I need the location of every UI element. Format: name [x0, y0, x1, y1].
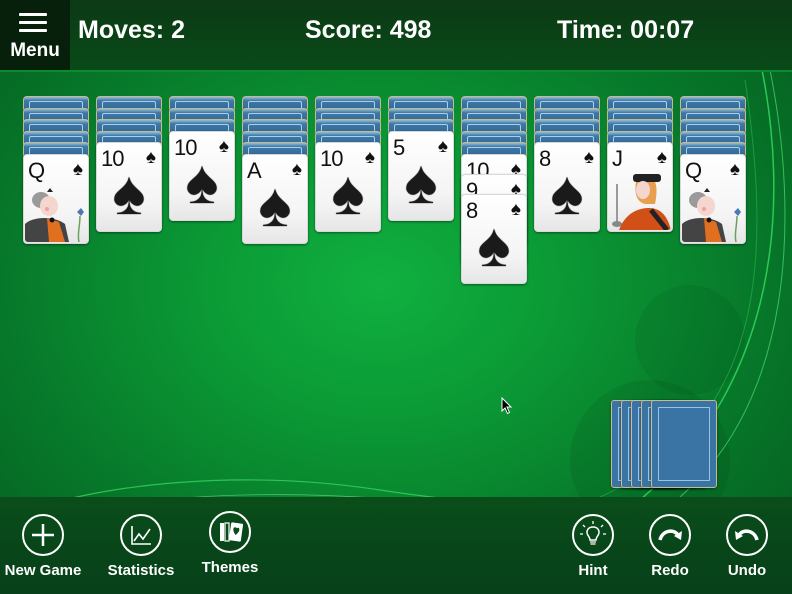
new-game-label: New Game	[4, 562, 82, 579]
card-8-of-spades[interactable]: 8 ♠ ♠	[461, 194, 527, 284]
lightbulb-icon	[580, 521, 606, 545]
card-10-of-spades[interactable]: 10♠♠	[169, 131, 235, 221]
new-game-button[interactable]: New Game	[0, 514, 88, 579]
top-bar: Menu Moves: 2 Score: 498 Time: 00:07	[0, 0, 792, 72]
undo-button[interactable]: Undo	[702, 514, 792, 579]
card-rank: Q	[28, 158, 45, 183]
queen-portrait-icon	[682, 186, 744, 242]
spade-icon: ♠	[656, 147, 667, 168]
undo-label: Undo	[727, 562, 767, 579]
redo-icon	[658, 529, 682, 541]
plus-icon	[32, 524, 54, 546]
statistics-button[interactable]: Statistics	[96, 514, 186, 579]
card-5-of-spades[interactable]: 5 ♠ ♠	[388, 131, 454, 221]
time-counter: Time: 00:07	[557, 16, 695, 44]
queen-portrait-icon	[25, 186, 87, 242]
statistics-label: Statistics	[107, 562, 175, 579]
menu-label: Menu	[10, 40, 60, 61]
spade-pip-icon: ♠	[550, 159, 584, 228]
undo-icon	[735, 529, 759, 541]
card-10-of-spades[interactable]: 10♠♠	[96, 142, 162, 232]
menu-button[interactable]: Menu	[0, 0, 70, 70]
mouse-cursor-icon	[501, 397, 513, 415]
stock-card-back[interactable]	[651, 400, 717, 488]
spade-icon: ♠	[729, 159, 740, 180]
themes-label: Themes	[201, 559, 259, 576]
spade-icon: ♠	[72, 159, 83, 180]
card-10-of-spades[interactable]: 10♠♠	[315, 142, 381, 232]
score-counter: Score: 498	[305, 16, 432, 44]
chart-line-icon	[131, 526, 151, 545]
card-rank: Q	[685, 158, 702, 183]
bottom-toolbar: New Game Statistics Themes Hint Redo Und…	[0, 497, 792, 594]
hamburger-icon	[19, 13, 47, 37]
spade-pip-icon: ♠	[112, 159, 146, 228]
spade-pip-icon: ♠	[185, 148, 219, 217]
card-A-of-spades[interactable]: A ♠ ♠	[242, 154, 308, 244]
themes-button[interactable]: Themes	[185, 511, 275, 576]
jack-portrait-icon	[609, 174, 671, 230]
cards-icon	[220, 522, 244, 542]
spade-pip-icon: ♠	[477, 211, 511, 280]
card-Q-of-spades[interactable]: Q ♠	[680, 154, 746, 244]
card-8-of-spades[interactable]: 8 ♠ ♠	[534, 142, 600, 232]
spade-pip-icon: ♠	[331, 159, 365, 228]
moves-counter: Moves: 2	[78, 16, 185, 44]
spade-pip-icon: ♠	[404, 148, 438, 217]
card-rank: J	[612, 146, 623, 171]
card-J-of-spades[interactable]: J ♠	[607, 142, 673, 232]
card-Q-of-spades[interactable]: Q ♠	[23, 154, 89, 244]
spade-pip-icon: ♠	[258, 171, 292, 240]
